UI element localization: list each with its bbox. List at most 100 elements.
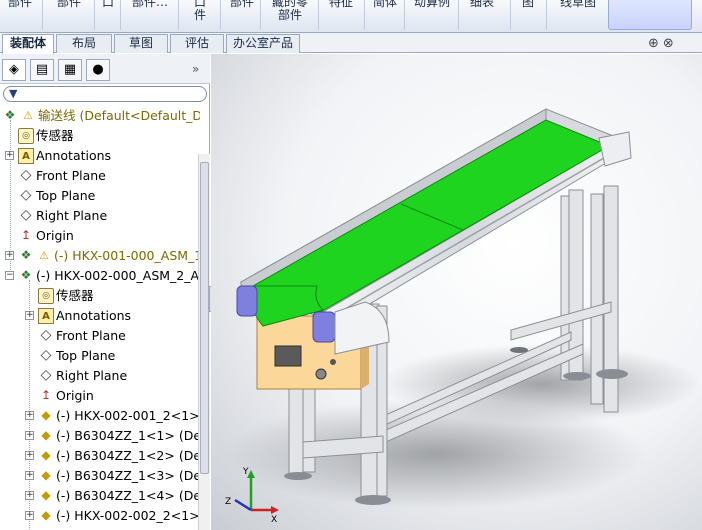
tree-node[interactable]: ◎ 传感器 [0, 126, 200, 146]
switch-knob-icon [315, 368, 327, 380]
ribbon-button-7[interactable]: 特征 [320, 0, 362, 30]
tree-node[interactable]: + ◆ (-) B6304ZZ_1<2> (Def [0, 446, 200, 466]
panel-tabs: » ◈ ▤ ▦ ● [0, 54, 210, 84]
command-manager-ribbon: 部件 部件口部件… 口 件部件 藏的零 部件 特征 简体 动算例 细表图线草图 [0, 0, 702, 33]
tree-node[interactable]: ↥ Origin [0, 386, 200, 406]
property-manager-tab-icon[interactable]: ▤ [30, 59, 54, 81]
ribbon-separator [510, 0, 511, 30]
tree-node[interactable]: ◇ Front Plane [0, 166, 200, 186]
tree-expand-toggle[interactable]: + [25, 451, 34, 460]
tree-node[interactable]: + ◆ (-) B6304ZZ_1<4> (Def [0, 486, 200, 506]
part-icon: ◆ [41, 508, 51, 522]
tree-expand-toggle[interactable]: + [25, 411, 34, 420]
tree-node[interactable]: + A Annotations [0, 146, 200, 166]
orientation-triad: Y X Z [225, 467, 279, 524]
end-cap-right [312, 311, 336, 343]
ribbon-button-10[interactable]: 细表 [460, 0, 504, 30]
tree-node[interactable]: + A Annotations [0, 306, 200, 326]
tree-node[interactable]: ◇ Front Plane [0, 326, 200, 346]
asm-icon: ❖ [4, 108, 16, 122]
tree-node-label: (-) HKX-002-002_2<1> [56, 508, 200, 523]
plane-icon: ◇ [40, 347, 52, 363]
ribbon-separator [42, 0, 43, 30]
tree-node-label: Origin [56, 388, 94, 403]
foot-pad [563, 372, 591, 380]
ribbon-button-4[interactable]: 口 件 [180, 0, 220, 30]
ribbon-button-3[interactable]: 部件… [122, 0, 178, 30]
tree-scrollbar[interactable] [198, 154, 210, 530]
tree-node[interactable]: ◇ Right Plane [0, 366, 200, 386]
view-tools: ⊕⊗ [648, 36, 678, 51]
tree-node[interactable]: ↥ Origin [0, 226, 200, 246]
tree-node[interactable]: ◎ 传感器 [0, 286, 200, 306]
filter-icon[interactable]: ▼ [9, 87, 17, 101]
tree-node[interactable]: + ❖ ⚠ (-) HKX-001-000_ASM_1 [0, 246, 200, 266]
ribbon-button-2[interactable]: 口 [96, 0, 120, 30]
part-icon: ◆ [41, 428, 51, 442]
tab-2[interactable]: 草图 [114, 34, 168, 53]
ribbon-button-0[interactable]: 部件 [0, 0, 40, 30]
tree-node[interactable]: ◇ Right Plane [0, 206, 200, 226]
asm-icon: ❖ [20, 268, 32, 282]
tree-expand-toggle[interactable]: + [25, 491, 34, 500]
control-panel-icon [274, 345, 302, 367]
feature-manager-tab-icon[interactable]: ◈ [2, 59, 26, 81]
tree-expand-toggle[interactable]: − [5, 271, 14, 280]
feature-tree: ❖ ⚠ 输送线 (Default<Default_D ◎ 传感器 + A Annotation… [0, 106, 200, 530]
foot-pad [284, 472, 312, 480]
tree-node[interactable]: + ◆ (-) B6304ZZ_1<3> (Def [0, 466, 200, 486]
indicator-light-icon [330, 359, 336, 365]
tree-node[interactable]: + ◆ (-) HKX-002-001_2<1> [0, 406, 200, 426]
tree-expand-toggle[interactable]: + [5, 251, 14, 260]
tab-3[interactable]: 评估 [170, 34, 224, 53]
tree-node[interactable]: ❖ ⚠ 输送线 (Default<Default_D [0, 106, 200, 126]
ribbon-button-1[interactable]: 部件 [44, 0, 94, 30]
conveyor-model[interactable] [211, 54, 702, 530]
tab-0[interactable]: 装配体 [2, 34, 54, 54]
tree-expand-toggle[interactable]: + [25, 431, 34, 440]
zoom-area-icon[interactable]: ⊗ [663, 36, 678, 51]
tree-node-label: 输送线 (Default<Default_D [38, 108, 200, 123]
scrollbar-thumb[interactable] [200, 162, 209, 474]
ribbon-button-6[interactable]: 藏的零 部件 [262, 0, 318, 30]
tree-node[interactable]: − ❖ (-) HKX-002-000_ASM_2_A [0, 266, 200, 286]
tree-node[interactable]: ◇ Top Plane [0, 186, 200, 206]
tree-filter-input[interactable]: ▼ [3, 86, 207, 102]
configuration-manager-tab-icon[interactable]: ▦ [58, 59, 82, 81]
command-tabs: 装配体 布局 草图 评估 办公室产品 [0, 33, 702, 54]
foot-pad [510, 347, 528, 353]
ribbon-button-5[interactable]: 部件 [222, 0, 262, 30]
tab-4[interactable]: 办公室产品 [226, 34, 300, 53]
tree-node[interactable]: + ◆ (-) HKX-002-002_2<1> [0, 506, 200, 526]
ribbon-button-9[interactable]: 动算例 [406, 0, 458, 30]
tree-expand-toggle[interactable]: + [25, 471, 34, 480]
display-manager-tab-icon[interactable]: ● [86, 59, 110, 81]
tree-expand-toggle[interactable]: + [25, 511, 34, 520]
ribbon-separator [220, 0, 221, 30]
tree-expand-toggle[interactable]: + [25, 311, 34, 320]
ribbon-separator [120, 0, 121, 30]
graphics-viewport[interactable]: Y X Z [211, 54, 702, 530]
tab-1[interactable]: 布局 [56, 34, 112, 53]
tree-expand-toggle[interactable]: + [5, 151, 14, 160]
triad-x-arrow [271, 506, 279, 514]
tree-node-label: Front Plane [36, 168, 106, 183]
plane-icon: ◇ [20, 187, 32, 203]
tree-node[interactable]: + ◆ (-) B6304ZZ_1<1> (Def [0, 426, 200, 446]
expand-panel-icon[interactable]: » [192, 62, 199, 76]
ribbon-button-11[interactable]: 图 [512, 0, 544, 30]
ribbon-button-8[interactable]: 简体 [366, 0, 404, 30]
tree-node-label: (-) HKX-002-000_ASM_2_A [36, 268, 200, 283]
tree-node[interactable]: ◇ Top Plane [0, 346, 200, 366]
triad-y-label: Y [242, 467, 249, 477]
part-icon: ◆ [41, 408, 51, 422]
tree-node-label: Origin [36, 228, 74, 243]
ribbon-button-12[interactable]: 线草图 [548, 0, 608, 30]
ribbon-active-button[interactable] [608, 0, 692, 30]
sensor-icon: ◎ [18, 128, 34, 144]
triad-z-axis [234, 498, 252, 512]
tree-node-label: Top Plane [56, 348, 116, 363]
annotations-icon: A [18, 148, 34, 164]
tree-node-label: 传感器 [36, 128, 74, 143]
zoom-to-fit-icon[interactable]: ⊕ [648, 36, 663, 51]
